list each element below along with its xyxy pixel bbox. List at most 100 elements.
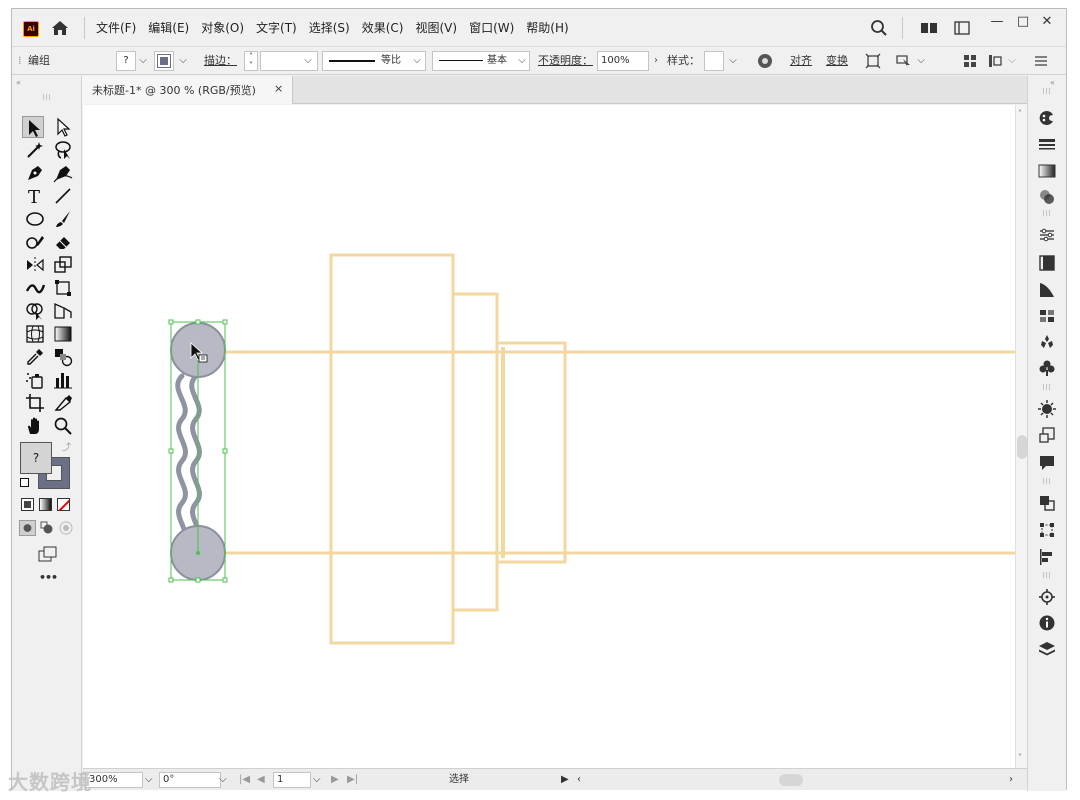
stroke-dropdown-icon[interactable]: ⌵: [176, 51, 190, 71]
navigator-icon[interactable]: [1038, 588, 1056, 606]
menu-select[interactable]: 选择(S): [309, 19, 350, 37]
gradient-icon[interactable]: [1038, 162, 1056, 180]
previous-artboard-icon[interactable]: ◀: [257, 772, 265, 788]
selection-tool-icon[interactable]: [22, 116, 44, 138]
first-artboard-icon[interactable]: |◀: [239, 772, 250, 788]
mesh-tool-icon[interactable]: [24, 323, 46, 345]
workspace-icon[interactable]: [920, 21, 938, 35]
panel-grip[interactable]: |||: [1036, 89, 1058, 95]
panel-grip[interactable]: |||: [1036, 211, 1058, 217]
close-tab-button[interactable]: ×: [274, 82, 283, 95]
artboard-number-input[interactable]: 1: [273, 772, 311, 788]
distribute-dropdown-icon[interactable]: ⌵: [1005, 51, 1019, 71]
expand-panels-icon[interactable]: «: [1050, 78, 1055, 87]
zoom-tool-icon[interactable]: [52, 415, 74, 437]
magic-wand-tool-icon[interactable]: [24, 139, 46, 161]
scroll-right-icon[interactable]: ›: [1009, 772, 1013, 788]
free-transform-tool-icon[interactable]: [52, 277, 74, 299]
eraser-tool-icon[interactable]: [52, 231, 74, 253]
toolbar-grip[interactable]: |||: [36, 95, 58, 101]
opacity-arrow-icon[interactable]: ›: [649, 51, 663, 71]
panel-grip[interactable]: |||: [1036, 573, 1058, 579]
arrange-documents-icon[interactable]: [954, 21, 970, 35]
draw-normal-icon[interactable]: [19, 520, 36, 536]
default-colors-icon[interactable]: [20, 478, 29, 487]
column-graph-tool-icon[interactable]: [52, 369, 74, 391]
fill-dropdown-icon[interactable]: ⌵: [136, 51, 150, 71]
recolor-artwork-icon[interactable]: [757, 53, 773, 69]
menu-object[interactable]: 对象(O): [201, 19, 244, 37]
opacity-input[interactable]: 100%: [597, 51, 649, 71]
screen-mode-icon[interactable]: [38, 546, 58, 562]
scale-tool-icon[interactable]: [52, 254, 74, 276]
panel-grip[interactable]: |||: [1036, 385, 1058, 391]
curvature-tool-icon[interactable]: [52, 162, 74, 184]
reflect-tool-icon[interactable]: [24, 254, 46, 276]
scroll-left-icon[interactable]: ‹: [577, 772, 581, 788]
fill-color-box-front[interactable]: ?: [20, 442, 52, 474]
transform-icon[interactable]: [1038, 521, 1056, 539]
menu-type[interactable]: 文字(T): [256, 19, 297, 37]
menu-effect[interactable]: 效果(C): [362, 19, 404, 37]
next-artboard-icon[interactable]: ▶: [331, 772, 339, 788]
stroke-swatch[interactable]: [154, 51, 174, 71]
vertical-scrollbar[interactable]: ˄ ˅: [1015, 105, 1027, 768]
maximize-button[interactable]: □: [1010, 13, 1036, 33]
properties-icon[interactable]: [1038, 226, 1056, 244]
grip-handle[interactable]: ⁞: [18, 51, 22, 71]
none-mode-icon[interactable]: [57, 498, 70, 511]
scroll-down-icon[interactable]: ˅: [1018, 753, 1022, 762]
transform-button[interactable]: 变换: [826, 51, 848, 71]
artwork[interactable]: [83, 105, 1015, 768]
stroke-label[interactable]: 描边：: [204, 51, 237, 71]
perspective-grid-tool-icon[interactable]: [52, 300, 74, 322]
stroke-icon[interactable]: [1038, 136, 1056, 154]
document-tab[interactable]: 未标题-1* @ 300 % (RGB/预览) ×: [82, 76, 293, 104]
menu-help[interactable]: 帮助(H): [526, 19, 568, 37]
stroke-weight-dropdown-icon[interactable]: ⌵: [301, 51, 315, 71]
rotation-input[interactable]: 0°: [159, 772, 221, 788]
info-icon[interactable]: [1038, 614, 1056, 632]
collapse-toolbar-icon[interactable]: «: [16, 78, 21, 87]
libraries-icon[interactable]: [1038, 254, 1056, 272]
type-tool-icon[interactable]: T: [24, 185, 46, 208]
opacity-label[interactable]: 不透明度：: [538, 51, 593, 71]
style-dropdown-icon[interactable]: ⌵: [726, 51, 740, 71]
swap-colors-icon[interactable]: ⤴: [62, 440, 71, 453]
artboard-dropdown-icon[interactable]: ⌵: [313, 772, 321, 788]
width-tool-icon[interactable]: [24, 277, 46, 299]
status-menu-icon[interactable]: ▶: [561, 772, 569, 788]
stroke-weight-stepper[interactable]: ˄ ˅: [244, 51, 258, 71]
align-button[interactable]: 对齐: [790, 51, 812, 71]
zoom-dropdown-icon[interactable]: ⌵: [145, 772, 153, 788]
brushes-icon[interactable]: [1038, 281, 1056, 299]
menu-file[interactable]: 文件(F): [96, 19, 136, 37]
draw-inside-icon[interactable]: [58, 520, 74, 536]
hand-tool-icon[interactable]: [24, 415, 46, 437]
minimize-button[interactable]: —: [984, 13, 1010, 33]
brush-dropdown-icon[interactable]: ⌵: [515, 51, 529, 71]
appearance-icon[interactable]: [1038, 400, 1056, 418]
asset-export-icon[interactable]: [1038, 426, 1056, 444]
panel-menu-icon[interactable]: [1034, 54, 1048, 68]
home-icon[interactable]: [50, 19, 70, 37]
symbols-icon[interactable]: [1038, 333, 1056, 351]
isolate-group-icon[interactable]: [865, 53, 881, 69]
artboard-tool-icon[interactable]: [24, 392, 46, 414]
line-segment-tool-icon[interactable]: [52, 185, 74, 207]
close-window-button[interactable]: ✕: [1034, 13, 1060, 33]
align-icon[interactable]: [1038, 548, 1056, 566]
ellipse-tool-icon[interactable]: [24, 208, 46, 230]
gradient-tool-icon[interactable]: [52, 323, 74, 345]
menu-view[interactable]: 视图(V): [415, 19, 457, 37]
scroll-up-icon[interactable]: ˄: [1018, 109, 1022, 118]
blend-tool-icon[interactable]: [52, 346, 74, 368]
horizontal-scroll-thumb[interactable]: [779, 774, 803, 786]
rotation-dropdown-icon[interactable]: ⌵: [219, 772, 227, 788]
fill-swatch[interactable]: ?: [116, 51, 136, 71]
gradient-mode-icon[interactable]: [39, 498, 52, 511]
zoom-level-input[interactable]: 300%: [85, 772, 143, 788]
draw-behind-icon[interactable]: [39, 520, 55, 536]
swatches-icon[interactable]: [1038, 307, 1056, 325]
arrange-grid-icon[interactable]: [962, 53, 978, 69]
